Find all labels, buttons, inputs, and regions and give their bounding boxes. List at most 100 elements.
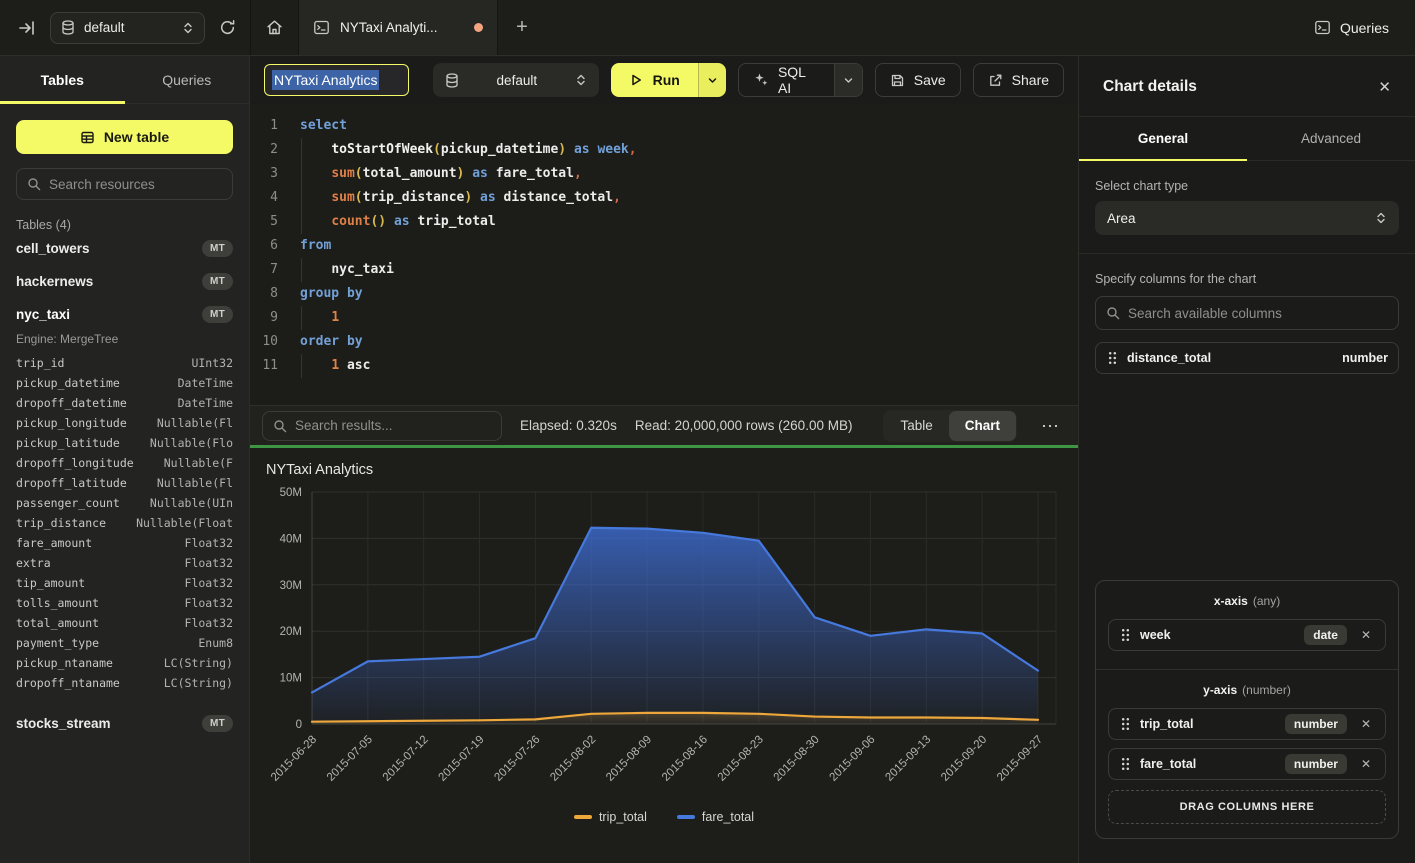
legend-item[interactable]: fare_total bbox=[677, 810, 754, 824]
more-options-icon[interactable]: ⋯ bbox=[1035, 421, 1066, 431]
table-row[interactable]: nyc_taxiMT bbox=[16, 298, 233, 331]
legend-item[interactable]: trip_total bbox=[574, 810, 647, 824]
column-name: pickup_ntaname bbox=[16, 653, 113, 673]
column-row: tip_amountFloat32 bbox=[16, 573, 233, 593]
indent-guide bbox=[301, 306, 302, 330]
panel-body: Select chart type Area Specify columns f… bbox=[1079, 161, 1415, 863]
sql-ai-button[interactable]: SQL AI bbox=[738, 63, 863, 97]
results-search[interactable] bbox=[262, 411, 502, 441]
column-row: pickup_ntanameLC(String) bbox=[16, 653, 233, 673]
column-row: dropoff_ntanameLC(String) bbox=[16, 673, 233, 693]
code-line[interactable]: from bbox=[288, 234, 1078, 258]
updown-chevron-icon bbox=[1375, 211, 1387, 225]
axes-box: x-axis(any) weekdate✕ y-axis(number) tri… bbox=[1095, 580, 1399, 839]
sql-ai-caret[interactable] bbox=[834, 64, 861, 96]
code-line[interactable]: group by bbox=[288, 282, 1078, 306]
code-line[interactable]: toStartOfWeek(pickup_datetime) as week, bbox=[288, 138, 1078, 162]
y-axis-title: y-axis(number) bbox=[1108, 683, 1386, 697]
code-line[interactable]: count() as trip_total bbox=[288, 210, 1078, 234]
view-toggle-chart[interactable]: Chart bbox=[949, 411, 1016, 441]
share-button[interactable]: Share bbox=[973, 63, 1064, 97]
remove-icon[interactable]: ✕ bbox=[1357, 717, 1375, 731]
sidebar-tab-queries[interactable]: Queries bbox=[125, 56, 250, 103]
tab-home[interactable] bbox=[250, 0, 298, 55]
available-columns: distance_totalnumber bbox=[1095, 342, 1399, 382]
column-type-badge: number bbox=[1285, 754, 1347, 774]
run-database-label: default bbox=[469, 73, 565, 88]
column-chip-distance_total[interactable]: distance_totalnumber bbox=[1095, 342, 1399, 374]
code-line[interactable]: 1 bbox=[288, 306, 1078, 330]
new-table-button[interactable]: New table bbox=[16, 120, 233, 154]
database-icon bbox=[61, 20, 75, 35]
panel-tabs: General Advanced bbox=[1079, 117, 1415, 161]
collapse-sidebar-icon[interactable] bbox=[18, 19, 36, 37]
drop-zone[interactable]: DRAG COLUMNS HERE bbox=[1108, 790, 1386, 824]
queries-button[interactable]: Queries bbox=[1304, 10, 1399, 45]
save-button[interactable]: Save bbox=[875, 63, 961, 97]
column-type: Float32 bbox=[185, 593, 233, 613]
table-row[interactable]: hackernewsMT bbox=[16, 265, 233, 298]
run-database-selector[interactable]: default bbox=[433, 63, 599, 97]
query-title-input[interactable]: NYTaxi Analytics bbox=[264, 64, 409, 96]
table-row[interactable]: stocks_streamMT bbox=[16, 707, 233, 740]
save-icon bbox=[890, 73, 905, 88]
columns-search-input[interactable] bbox=[1128, 306, 1388, 321]
new-tab-button[interactable]: + bbox=[498, 0, 546, 55]
column-type: Float32 bbox=[185, 553, 233, 573]
column-name: extra bbox=[16, 553, 51, 573]
indent-guide bbox=[301, 354, 302, 378]
indent-guide bbox=[301, 162, 302, 186]
sql-ai-button-main[interactable]: SQL AI bbox=[739, 64, 834, 96]
column-type: DateTime bbox=[178, 373, 233, 393]
code-line[interactable]: sum(trip_distance) as distance_total, bbox=[288, 186, 1078, 210]
remove-icon[interactable]: ✕ bbox=[1357, 757, 1375, 771]
svg-text:40M: 40M bbox=[280, 533, 302, 545]
column-chip-week[interactable]: weekdate✕ bbox=[1108, 619, 1386, 651]
line-number: 5 bbox=[258, 210, 278, 234]
search-icon bbox=[273, 419, 287, 433]
remove-icon[interactable]: ✕ bbox=[1357, 628, 1375, 642]
editor-code[interactable]: select toStartOfWeek(pickup_datetime) as… bbox=[288, 114, 1078, 405]
panel-tab-advanced[interactable]: Advanced bbox=[1247, 117, 1415, 160]
sidebar-search[interactable] bbox=[16, 168, 233, 200]
column-type: Nullable(Float bbox=[136, 513, 233, 533]
database-selector[interactable]: default bbox=[50, 12, 205, 44]
column-type-badge: number bbox=[1285, 714, 1347, 734]
run-button[interactable]: Run bbox=[611, 63, 726, 97]
view-toggle-table[interactable]: Table bbox=[884, 411, 948, 441]
column-chip-fare_total[interactable]: fare_totalnumber✕ bbox=[1108, 748, 1386, 780]
sidebar-tab-tables[interactable]: Tables bbox=[0, 56, 125, 103]
run-button-main[interactable]: Run bbox=[611, 63, 698, 97]
code-line[interactable]: 1 asc bbox=[288, 354, 1078, 378]
table-name: hackernews bbox=[16, 274, 93, 289]
column-row: payment_typeEnum8 bbox=[16, 633, 233, 653]
svg-text:2015-09-27: 2015-09-27 bbox=[995, 734, 1045, 784]
refresh-icon[interactable] bbox=[219, 19, 236, 36]
close-icon[interactable]: ✕ bbox=[1378, 78, 1391, 96]
columns-search[interactable] bbox=[1095, 296, 1399, 330]
code-line[interactable]: order by bbox=[288, 330, 1078, 354]
chart-type-select[interactable]: Area bbox=[1095, 201, 1399, 235]
svg-text:2015-07-05: 2015-07-05 bbox=[325, 734, 375, 784]
code-line[interactable]: select bbox=[288, 114, 1078, 138]
code-line[interactable]: sum(total_amount) as fare_total, bbox=[288, 162, 1078, 186]
column-type: Float32 bbox=[185, 533, 233, 553]
line-number: 10 bbox=[258, 330, 278, 354]
main-area: NYTaxi Analytics default Run bbox=[250, 56, 1078, 863]
tab-query[interactable]: NYTaxi Analyti... bbox=[298, 0, 498, 55]
column-type: UInt32 bbox=[191, 353, 233, 373]
query-toolbar: NYTaxi Analytics default Run bbox=[250, 56, 1078, 104]
sidebar-search-input[interactable] bbox=[49, 177, 226, 192]
column-name: payment_type bbox=[16, 633, 99, 653]
column-chip-trip_total[interactable]: trip_totalnumber✕ bbox=[1108, 708, 1386, 740]
sql-editor[interactable]: 1234567891011 select toStartOfWeek(picku… bbox=[250, 104, 1078, 405]
panel-tab-general[interactable]: General bbox=[1079, 117, 1247, 160]
code-line[interactable]: nyc_taxi bbox=[288, 258, 1078, 282]
results-search-input[interactable] bbox=[295, 418, 491, 433]
run-options-caret[interactable] bbox=[698, 63, 726, 97]
svg-text:2015-07-19: 2015-07-19 bbox=[437, 734, 487, 784]
svg-text:2015-09-13: 2015-09-13 bbox=[883, 734, 933, 784]
column-type: DateTime bbox=[178, 393, 233, 413]
table-row[interactable]: cell_towersMT bbox=[16, 232, 233, 265]
line-number: 3 bbox=[258, 162, 278, 186]
